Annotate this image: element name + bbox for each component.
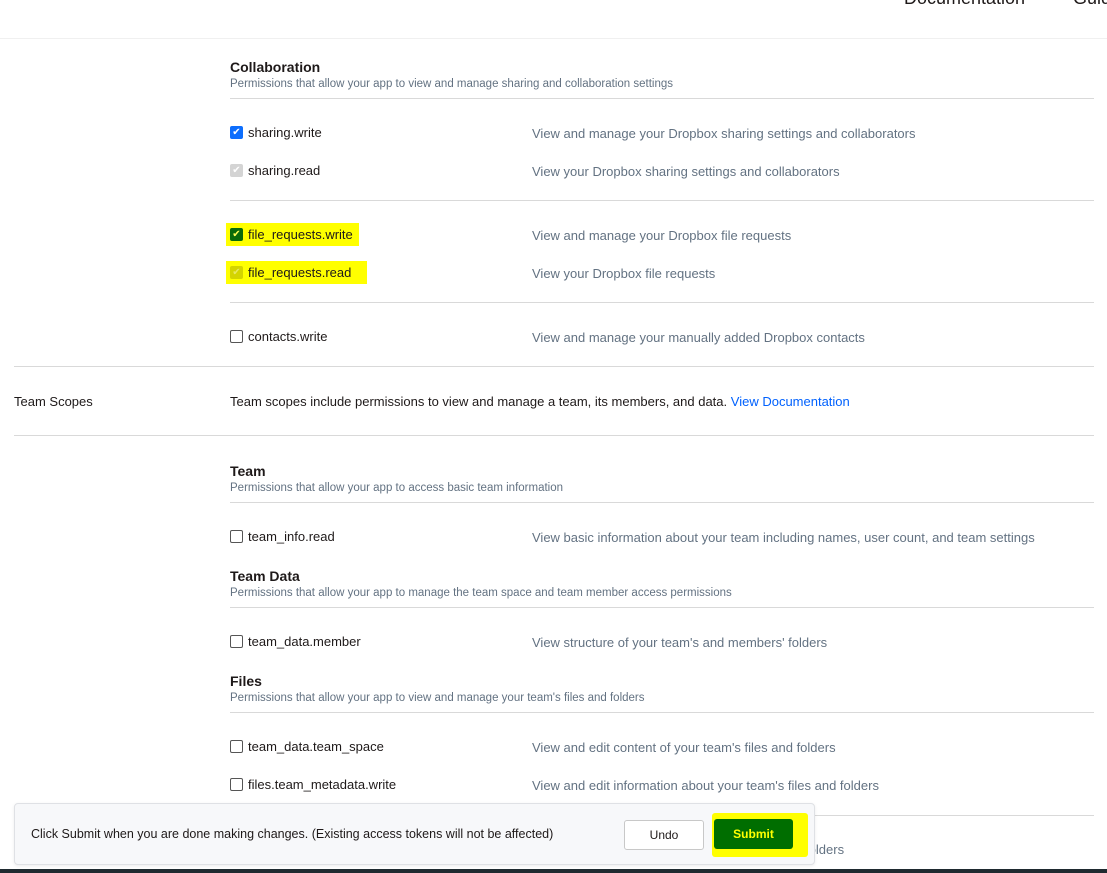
divider [230, 98, 1094, 99]
perm-desc: View and manage your Dropbox file reques… [532, 228, 792, 243]
section-desc-team: Permissions that allow your app to acces… [230, 482, 564, 494]
perm-sharing-read: ✔ sharing.read [230, 163, 320, 178]
checkbox-unchecked[interactable] [230, 330, 243, 343]
perm-contacts-write[interactable]: contacts.write [230, 329, 327, 344]
undo-button[interactable]: Undo [624, 820, 704, 850]
perm-name: team_data.team_space [248, 739, 384, 754]
save-changes-toast: Click Submit when you are done making ch… [14, 803, 815, 865]
perm-file-requests-write[interactable]: ✔ file_requests.write [226, 223, 359, 246]
checkbox-unchecked[interactable] [230, 530, 243, 543]
perm-desc: View and edit content of your team's fil… [532, 740, 836, 755]
checkbox-unchecked[interactable] [230, 740, 243, 753]
divider [230, 200, 1094, 201]
perm-desc: View and edit information about your tea… [532, 778, 879, 793]
perm-name: file_requests.read [248, 265, 352, 280]
checkbox-unchecked[interactable] [230, 778, 243, 791]
perm-name: contacts.write [248, 329, 328, 344]
perm-name: sharing.write [248, 125, 322, 140]
divider [230, 502, 1094, 503]
perm-sharing-write[interactable]: ✔ sharing.write [230, 125, 322, 140]
submit-button[interactable]: Submit [714, 819, 793, 849]
taskbar-edge [0, 869, 1107, 873]
section-title-team: Team [230, 463, 266, 479]
divider [230, 302, 1094, 303]
divider [230, 712, 1094, 713]
section-desc-collaboration: Permissions that allow your app to view … [230, 78, 674, 90]
perm-desc: View structure of your team's and member… [532, 635, 828, 650]
divider [14, 435, 1094, 436]
perm-desc: View your Dropbox file requests [532, 266, 716, 281]
nav-documentation-link[interactable]: Documentation [904, 0, 1025, 9]
perm-desc: View and manage your Dropbox sharing set… [532, 126, 916, 141]
view-documentation-link[interactable]: View Documentation [731, 394, 850, 409]
top-nav: Documentation Guid [0, 0, 1107, 39]
checkbox-disabled-checked: ✔ [230, 266, 243, 279]
divider [14, 366, 1094, 367]
section-desc-team-data: Permissions that allow your app to manag… [230, 587, 732, 599]
perm-team-data-team-space[interactable]: team_data.team_space [230, 739, 384, 754]
checkbox-unchecked[interactable] [230, 635, 243, 648]
team-scopes-label: Team Scopes [14, 394, 93, 409]
section-title-team-data: Team Data [230, 568, 300, 584]
perm-name: file_requests.write [248, 227, 353, 242]
perm-file-requests-read: ✔ file_requests.read [226, 261, 368, 284]
checkbox-checked[interactable]: ✔ [230, 228, 243, 241]
perm-desc: View basic information about your team i… [532, 530, 1035, 545]
toast-message: Click Submit when you are done making ch… [31, 827, 554, 841]
perm-name: files.team_metadata.write [248, 777, 397, 792]
perm-team-info-read[interactable]: team_info.read [230, 529, 335, 544]
perm-name: sharing.read [248, 163, 321, 178]
team-scopes-text: Team scopes include permissions to view … [230, 394, 728, 409]
perm-desc: View your Dropbox sharing settings and c… [532, 164, 840, 179]
perm-name: team_data.member [248, 634, 361, 649]
team-scopes-desc: Team scopes include permissions to view … [230, 394, 850, 409]
section-title-files: Files [230, 673, 262, 689]
section-title-collaboration: Collaboration [230, 59, 321, 75]
divider [230, 607, 1094, 608]
checkbox-checked[interactable]: ✔ [230, 126, 243, 139]
perm-files-team-metadata-write[interactable]: files.team_metadata.write [230, 777, 396, 792]
perm-name: team_info.read [248, 529, 335, 544]
section-desc-files: Permissions that allow your app to view … [230, 692, 645, 704]
perm-desc: View and manage your manually added Drop… [532, 330, 865, 345]
perm-team-data-member[interactable]: team_data.member [230, 634, 361, 649]
checkbox-disabled-checked: ✔ [230, 164, 243, 177]
nav-guides-link[interactable]: Guid [1073, 0, 1107, 9]
